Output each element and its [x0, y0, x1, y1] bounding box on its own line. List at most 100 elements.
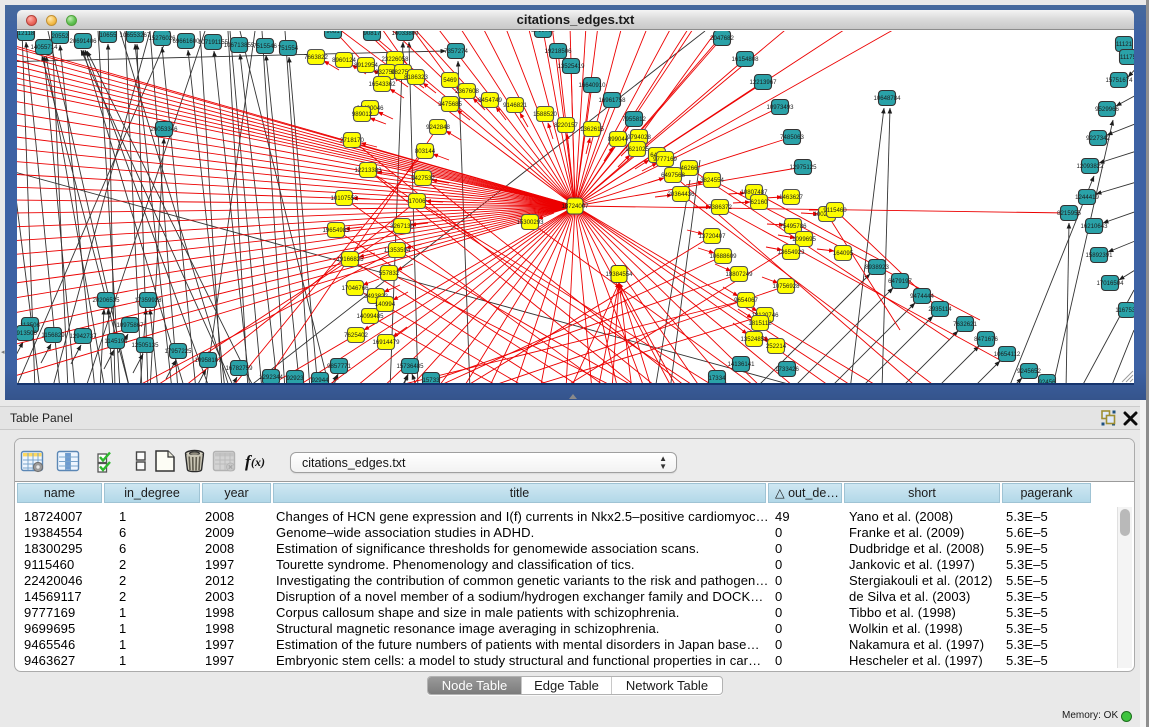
svg-text:1588520: 1588520: [533, 111, 557, 118]
svg-text:751554: 751554: [278, 45, 299, 52]
svg-text:1463627: 1463627: [779, 194, 803, 201]
svg-text:16640910: 16640910: [578, 82, 606, 89]
svg-text:(x): (x): [251, 455, 265, 469]
svg-text:15736485: 15736485: [396, 363, 424, 370]
svg-text:9794028: 9794028: [627, 134, 651, 141]
svg-text:13524851: 13524851: [740, 336, 768, 343]
svg-text:10958107: 10958107: [194, 357, 222, 364]
svg-text:12093822: 12093822: [1076, 163, 1104, 170]
svg-text:19384554: 19384554: [605, 271, 633, 278]
svg-text:1145194: 1145194: [104, 338, 128, 345]
svg-text:20552: 20552: [52, 33, 70, 40]
svg-text:1244419: 1244419: [1075, 194, 1099, 201]
svg-text:9474444: 9474444: [910, 293, 934, 300]
svg-text:2367608: 2367608: [455, 88, 479, 95]
svg-text:18807249: 18807249: [725, 271, 753, 278]
svg-text:1156829: 1156829: [41, 332, 65, 339]
svg-text:17046766: 17046766: [341, 285, 369, 292]
svg-text:13720407: 13720407: [698, 233, 726, 240]
svg-text:6479197: 6479197: [888, 278, 912, 285]
svg-text:92923: 92923: [287, 375, 305, 382]
svg-text:1733426: 1733426: [775, 366, 799, 373]
svg-text:9427532: 9427532: [411, 175, 435, 182]
svg-text:75495786: 75495786: [779, 223, 807, 230]
svg-text:19654983: 19654983: [322, 227, 350, 234]
svg-text:16210643: 16210643: [1080, 223, 1108, 230]
svg-text:17006: 17006: [409, 198, 427, 205]
svg-text:106713855: 106713855: [224, 42, 255, 49]
svg-text:10975867: 10975867: [116, 322, 144, 329]
svg-text:7357274: 7357274: [444, 48, 468, 55]
svg-text:16154808: 16154808: [731, 56, 759, 63]
svg-text:8454749: 8454749: [478, 97, 502, 104]
svg-text:1292344: 1292344: [259, 374, 283, 381]
svg-text:26053346: 26053346: [150, 126, 178, 133]
svg-text:9227342: 9227342: [1086, 135, 1110, 142]
svg-text:9777169: 9777169: [653, 156, 677, 163]
svg-text:899044: 899044: [608, 136, 629, 143]
svg-text:12213967: 12213967: [749, 79, 777, 86]
svg-text:9115460: 9115460: [823, 207, 847, 214]
svg-text:12975125: 12975125: [789, 164, 817, 171]
svg-text:17359928: 17359928: [134, 297, 162, 304]
svg-text:17957225: 17957225: [164, 348, 192, 355]
svg-text:19218506: 19218506: [544, 48, 572, 55]
svg-text:10688609: 10688609: [709, 253, 737, 260]
svg-text:9245652: 9245652: [1017, 368, 1041, 375]
svg-text:90817: 90817: [364, 31, 382, 37]
svg-text:9081: 9081: [326, 31, 340, 35]
svg-text:8220157: 8220157: [554, 122, 578, 129]
svg-text:92944: 92944: [312, 377, 330, 383]
svg-text:20206535: 20206535: [92, 297, 120, 304]
svg-text:11353594: 11353594: [384, 247, 411, 254]
svg-text:14099485: 14099485: [356, 313, 384, 320]
svg-text:69661600: 69661600: [172, 38, 200, 45]
svg-text:8813054: 8813054: [531, 31, 555, 34]
svg-text:15751674: 15751674: [1105, 77, 1133, 84]
svg-text:8215955: 8215955: [1057, 210, 1081, 217]
svg-text:8186323: 8186323: [404, 74, 428, 81]
svg-text:989012: 989012: [352, 111, 373, 118]
svg-text:20364436: 20364436: [667, 191, 695, 198]
svg-text:7955812: 7955812: [622, 116, 646, 123]
svg-text:10107553: 10107553: [330, 195, 358, 202]
svg-text:11175: 11175: [1120, 54, 1134, 61]
svg-text:62160: 62160: [751, 199, 769, 206]
svg-text:1167535: 1167535: [1115, 307, 1134, 314]
svg-text:20691406: 20691406: [69, 38, 97, 45]
svg-text:1099695: 1099695: [792, 236, 816, 243]
svg-text:10973493: 10973493: [766, 104, 794, 111]
svg-text:7485063: 7485063: [780, 134, 804, 141]
svg-text:19166825: 19166825: [336, 256, 364, 263]
svg-text:557832: 557832: [379, 270, 400, 277]
svg-text:13525419: 13525419: [557, 63, 585, 70]
svg-text:1362615: 1362615: [580, 126, 604, 133]
svg-text:17016504: 17016504: [1096, 280, 1124, 287]
svg-text:15300293: 15300293: [516, 219, 544, 226]
svg-text:2935114: 2935114: [928, 306, 952, 313]
svg-text:9242848: 9242848: [426, 124, 450, 131]
svg-text:5469: 5469: [443, 77, 457, 84]
svg-text:16961758: 16961758: [598, 97, 626, 104]
svg-text:6497568: 6497568: [661, 172, 685, 179]
svg-text:8938923: 8938923: [865, 264, 889, 271]
svg-text:11121: 11121: [1116, 41, 1133, 48]
svg-text:7515546: 7515546: [253, 43, 277, 50]
svg-text:9529966: 9529966: [1095, 106, 1119, 113]
svg-text:18724007: 18724007: [561, 203, 589, 210]
svg-text:12505135: 12505135: [131, 342, 159, 349]
svg-text:9146821: 9146821: [503, 102, 527, 109]
svg-text:17334: 17334: [709, 375, 727, 382]
svg-text:16033809: 16033809: [391, 31, 419, 37]
svg-text:46266: 46266: [681, 165, 699, 172]
svg-text:10648784: 10648784: [873, 95, 901, 102]
svg-text:1815112: 1815112: [748, 320, 772, 327]
svg-text:12118: 12118: [18, 31, 35, 37]
svg-text:10654112: 10654112: [994, 351, 1021, 358]
svg-text:15892391: 15892391: [1085, 252, 1113, 259]
svg-text:14055714: 14055714: [30, 44, 58, 51]
svg-text:3913506: 3913506: [17, 330, 37, 337]
svg-text:16782759: 16782759: [225, 365, 253, 372]
svg-text:252214: 252214: [766, 343, 787, 350]
svg-text:803144: 803144: [415, 148, 436, 155]
